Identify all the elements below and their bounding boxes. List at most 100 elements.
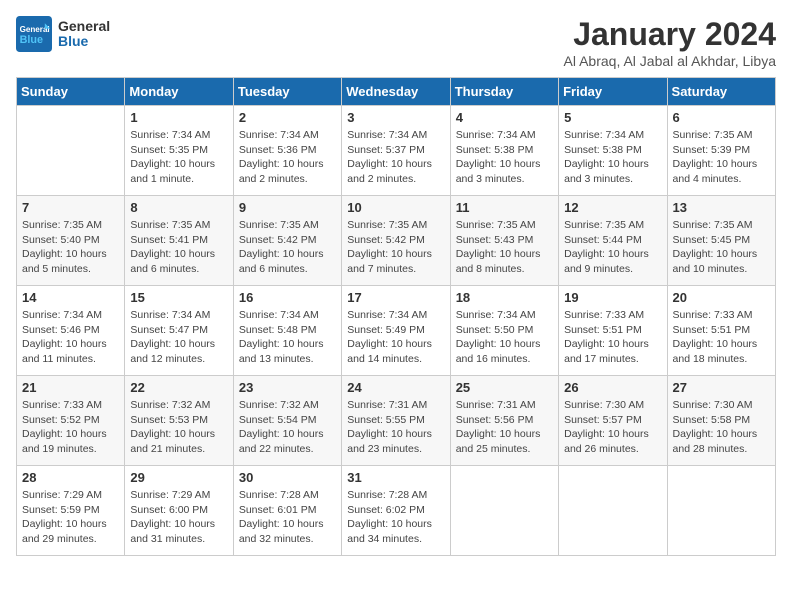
calendar-cell: 22 Sunrise: 7:32 AM Sunset: 5:53 PM Dayli… (125, 376, 233, 466)
calendar-cell: 10 Sunrise: 7:35 AM Sunset: 5:42 PM Dayli… (342, 196, 450, 286)
day-number: 5 (564, 110, 661, 125)
day-number: 20 (673, 290, 770, 305)
calendar-cell: 6Sunrise: 7:35 AM Sunset: 5:39 PM Daylig… (667, 106, 775, 196)
logo: General Blue General Blue (16, 16, 110, 52)
col-header-monday: Monday (125, 78, 233, 106)
logo-icon: General Blue (16, 16, 52, 52)
calendar-week-5: 28 Sunrise: 7:29 AM Sunset: 5:59 PM Dayli… (17, 466, 776, 556)
day-number: 11 (456, 200, 553, 215)
day-number: 28 (22, 470, 119, 485)
day-info: Sunrise: 7:34 AM Sunset: 5:37 PM Dayligh… (347, 128, 444, 187)
calendar-week-2: 7 Sunrise: 7:35 AM Sunset: 5:40 PM Daylig… (17, 196, 776, 286)
calendar-cell: 15 Sunrise: 7:34 AM Sunset: 5:47 PM Dayli… (125, 286, 233, 376)
day-number: 18 (456, 290, 553, 305)
day-number: 19 (564, 290, 661, 305)
calendar-subtitle: Al Abraq, Al Jabal al Akhdar, Libya (564, 53, 776, 69)
calendar-cell: 2Sunrise: 7:34 AM Sunset: 5:36 PM Daylig… (233, 106, 341, 196)
col-header-friday: Friday (559, 78, 667, 106)
day-number: 3 (347, 110, 444, 125)
calendar-cell: 23 Sunrise: 7:32 AM Sunset: 5:54 PM Dayli… (233, 376, 341, 466)
day-info: Sunrise: 7:35 AM Sunset: 5:41 PM Dayligh… (130, 218, 227, 277)
day-info: Sunrise: 7:32 AM Sunset: 5:53 PM Dayligh… (130, 398, 227, 457)
calendar-cell: 11 Sunrise: 7:35 AM Sunset: 5:43 PM Dayli… (450, 196, 558, 286)
day-info: Sunrise: 7:31 AM Sunset: 5:56 PM Dayligh… (456, 398, 553, 457)
calendar-cell: 30 Sunrise: 7:28 AM Sunset: 6:01 PM Dayli… (233, 466, 341, 556)
day-number: 29 (130, 470, 227, 485)
calendar-cell: 29 Sunrise: 7:29 AM Sunset: 6:00 PM Dayli… (125, 466, 233, 556)
day-info: Sunrise: 7:34 AM Sunset: 5:48 PM Dayligh… (239, 308, 336, 367)
calendar-cell: 26Sunrise: 7:30 AM Sunset: 5:57 PM Dayli… (559, 376, 667, 466)
calendar-cell: 19 Sunrise: 7:33 AM Sunset: 5:51 PM Dayli… (559, 286, 667, 376)
day-number: 24 (347, 380, 444, 395)
svg-text:Blue: Blue (20, 34, 43, 46)
day-number: 14 (22, 290, 119, 305)
day-number: 12 (564, 200, 661, 215)
calendar-cell: 20Sunrise: 7:33 AM Sunset: 5:51 PM Dayli… (667, 286, 775, 376)
day-info: Sunrise: 7:29 AM Sunset: 5:59 PM Dayligh… (22, 488, 119, 547)
calendar-cell: 14 Sunrise: 7:34 AM Sunset: 5:46 PM Dayli… (17, 286, 125, 376)
calendar-cell (559, 466, 667, 556)
day-number: 22 (130, 380, 227, 395)
day-number: 21 (22, 380, 119, 395)
calendar-cell: 16 Sunrise: 7:34 AM Sunset: 5:48 PM Dayli… (233, 286, 341, 376)
day-info: Sunrise: 7:33 AM Sunset: 5:51 PM Dayligh… (564, 308, 661, 367)
calendar-week-4: 21 Sunrise: 7:33 AM Sunset: 5:52 PM Dayli… (17, 376, 776, 466)
day-number: 25 (456, 380, 553, 395)
day-number: 4 (456, 110, 553, 125)
calendar-cell: 31 Sunrise: 7:28 AM Sunset: 6:02 PM Dayli… (342, 466, 450, 556)
calendar-cell: 13 Sunrise: 7:35 AM Sunset: 5:45 PM Dayli… (667, 196, 775, 286)
calendar-cell: 1 Sunrise: 7:34 AM Sunset: 5:35 PM Daylig… (125, 106, 233, 196)
col-header-thursday: Thursday (450, 78, 558, 106)
day-info: Sunrise: 7:32 AM Sunset: 5:54 PM Dayligh… (239, 398, 336, 457)
col-header-tuesday: Tuesday (233, 78, 341, 106)
calendar-cell (450, 466, 558, 556)
day-number: 10 (347, 200, 444, 215)
day-info: Sunrise: 7:35 AM Sunset: 5:39 PM Dayligh… (673, 128, 770, 187)
day-info: Sunrise: 7:34 AM Sunset: 5:36 PM Dayligh… (239, 128, 336, 187)
day-info: Sunrise: 7:33 AM Sunset: 5:52 PM Dayligh… (22, 398, 119, 457)
logo-blue: Blue (58, 34, 110, 49)
calendar-cell: 27 Sunrise: 7:30 AM Sunset: 5:58 PM Dayli… (667, 376, 775, 466)
calendar-cell: 28 Sunrise: 7:29 AM Sunset: 5:59 PM Dayli… (17, 466, 125, 556)
calendar-cell (17, 106, 125, 196)
day-info: Sunrise: 7:28 AM Sunset: 6:01 PM Dayligh… (239, 488, 336, 547)
calendar-title: January 2024 (564, 16, 776, 53)
day-info: Sunrise: 7:30 AM Sunset: 5:58 PM Dayligh… (673, 398, 770, 457)
day-info: Sunrise: 7:34 AM Sunset: 5:46 PM Dayligh… (22, 308, 119, 367)
calendar-cell: 24 Sunrise: 7:31 AM Sunset: 5:55 PM Dayli… (342, 376, 450, 466)
day-number: 15 (130, 290, 227, 305)
calendar-cell: 5 Sunrise: 7:34 AM Sunset: 5:38 PM Daylig… (559, 106, 667, 196)
calendar-cell: 25 Sunrise: 7:31 AM Sunset: 5:56 PM Dayli… (450, 376, 558, 466)
calendar-cell: 8 Sunrise: 7:35 AM Sunset: 5:41 PM Daylig… (125, 196, 233, 286)
day-info: Sunrise: 7:35 AM Sunset: 5:42 PM Dayligh… (239, 218, 336, 277)
day-number: 30 (239, 470, 336, 485)
day-info: Sunrise: 7:34 AM Sunset: 5:38 PM Dayligh… (564, 128, 661, 187)
day-info: Sunrise: 7:28 AM Sunset: 6:02 PM Dayligh… (347, 488, 444, 547)
day-number: 7 (22, 200, 119, 215)
day-info: Sunrise: 7:34 AM Sunset: 5:49 PM Dayligh… (347, 308, 444, 367)
day-number: 27 (673, 380, 770, 395)
day-number: 1 (130, 110, 227, 125)
calendar-cell: 12Sunrise: 7:35 AM Sunset: 5:44 PM Dayli… (559, 196, 667, 286)
col-header-wednesday: Wednesday (342, 78, 450, 106)
day-number: 26 (564, 380, 661, 395)
day-info: Sunrise: 7:29 AM Sunset: 6:00 PM Dayligh… (130, 488, 227, 547)
calendar-cell: 7 Sunrise: 7:35 AM Sunset: 5:40 PM Daylig… (17, 196, 125, 286)
calendar-cell: 21 Sunrise: 7:33 AM Sunset: 5:52 PM Dayli… (17, 376, 125, 466)
col-header-sunday: Sunday (17, 78, 125, 106)
day-info: Sunrise: 7:34 AM Sunset: 5:47 PM Dayligh… (130, 308, 227, 367)
day-info: Sunrise: 7:35 AM Sunset: 5:42 PM Dayligh… (347, 218, 444, 277)
day-info: Sunrise: 7:34 AM Sunset: 5:35 PM Dayligh… (130, 128, 227, 187)
day-info: Sunrise: 7:34 AM Sunset: 5:50 PM Dayligh… (456, 308, 553, 367)
day-info: Sunrise: 7:35 AM Sunset: 5:45 PM Dayligh… (673, 218, 770, 277)
day-info: Sunrise: 7:31 AM Sunset: 5:55 PM Dayligh… (347, 398, 444, 457)
title-block: January 2024 Al Abraq, Al Jabal al Akhda… (564, 16, 776, 69)
day-number: 16 (239, 290, 336, 305)
day-info: Sunrise: 7:35 AM Sunset: 5:40 PM Dayligh… (22, 218, 119, 277)
day-number: 8 (130, 200, 227, 215)
day-number: 23 (239, 380, 336, 395)
page-header: General Blue General Blue January 2024 A… (16, 16, 776, 69)
day-number: 31 (347, 470, 444, 485)
day-number: 13 (673, 200, 770, 215)
day-info: Sunrise: 7:35 AM Sunset: 5:43 PM Dayligh… (456, 218, 553, 277)
